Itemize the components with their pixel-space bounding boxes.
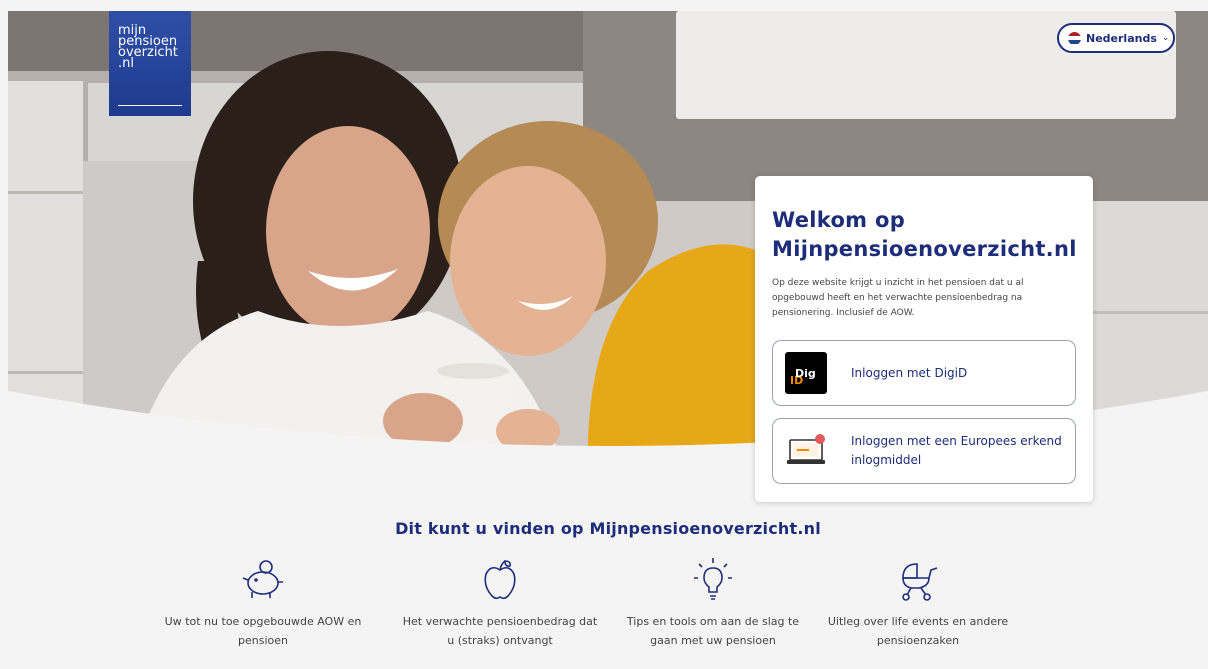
feature-text: Uw tot nu toe opgebouwde AOW en pensioen: [164, 615, 362, 647]
welcome-intro: Op deze website krijgt u inzicht in het …: [772, 278, 1024, 318]
feature-item-life-events[interactable]: Uitleg over life events en andere pensio…: [818, 556, 1018, 650]
login-digid-button[interactable]: Dig ID Inloggen met DigiD: [772, 340, 1076, 406]
stroller-icon: [902, 563, 938, 601]
feature-text: Het verwachte pensioenbedrag dat u (stra…: [402, 615, 598, 647]
login-eu-button[interactable]: Inloggen met een Europees erkend inlogmi…: [772, 418, 1076, 484]
login-digid-label: Inloggen met DigiD: [851, 365, 968, 380]
logo-text: mijn pensioen overzicht .nl: [118, 23, 178, 71]
welcome-card: Welkom op Mijnpensioenoverzicht.nl Op dez…: [755, 176, 1093, 502]
welcome-title: Welkom op Mijnpensioenoverzicht.nl: [772, 208, 1077, 261]
login-eu-label: Inloggen met een Europees erkend inlogmi…: [851, 434, 1062, 467]
feature-text: Tips en tools om aan de slag te gaan met…: [626, 615, 800, 647]
dutch-flag-icon: [1068, 31, 1081, 45]
feature-item-aow[interactable]: Uw tot nu toe opgebouwde AOW en pensioen: [163, 556, 363, 650]
site-logo[interactable]: mijn pensioen overzicht .nl: [109, 11, 191, 116]
language-label: Nederlands: [1086, 31, 1157, 45]
laptop-icon: [787, 434, 825, 464]
language-selector[interactable]: Nederlands ⌄: [1057, 23, 1175, 53]
digid-logo-icon: Dig ID: [785, 352, 827, 394]
feature-item-tips[interactable]: Tips en tools om aan de slag te gaan met…: [613, 556, 813, 650]
chevron-down-icon: ⌄: [1161, 33, 1170, 43]
piggy-bank-icon: [242, 560, 283, 598]
page-frame: mijn pensioen overzicht .nl Nederlands ⌄…: [8, 11, 1208, 669]
lightbulb-icon: [694, 558, 732, 600]
logo-underline: [118, 104, 182, 106]
feature-item-expected-pension[interactable]: Het verwachte pensioenbedrag dat u (stra…: [400, 556, 600, 650]
apple-icon: [484, 560, 516, 600]
features-title: Dit kunt u vinden op Mijnpensioenoverzic…: [395, 519, 821, 538]
feature-text: Uitleg over life events en andere pensio…: [827, 615, 1009, 647]
